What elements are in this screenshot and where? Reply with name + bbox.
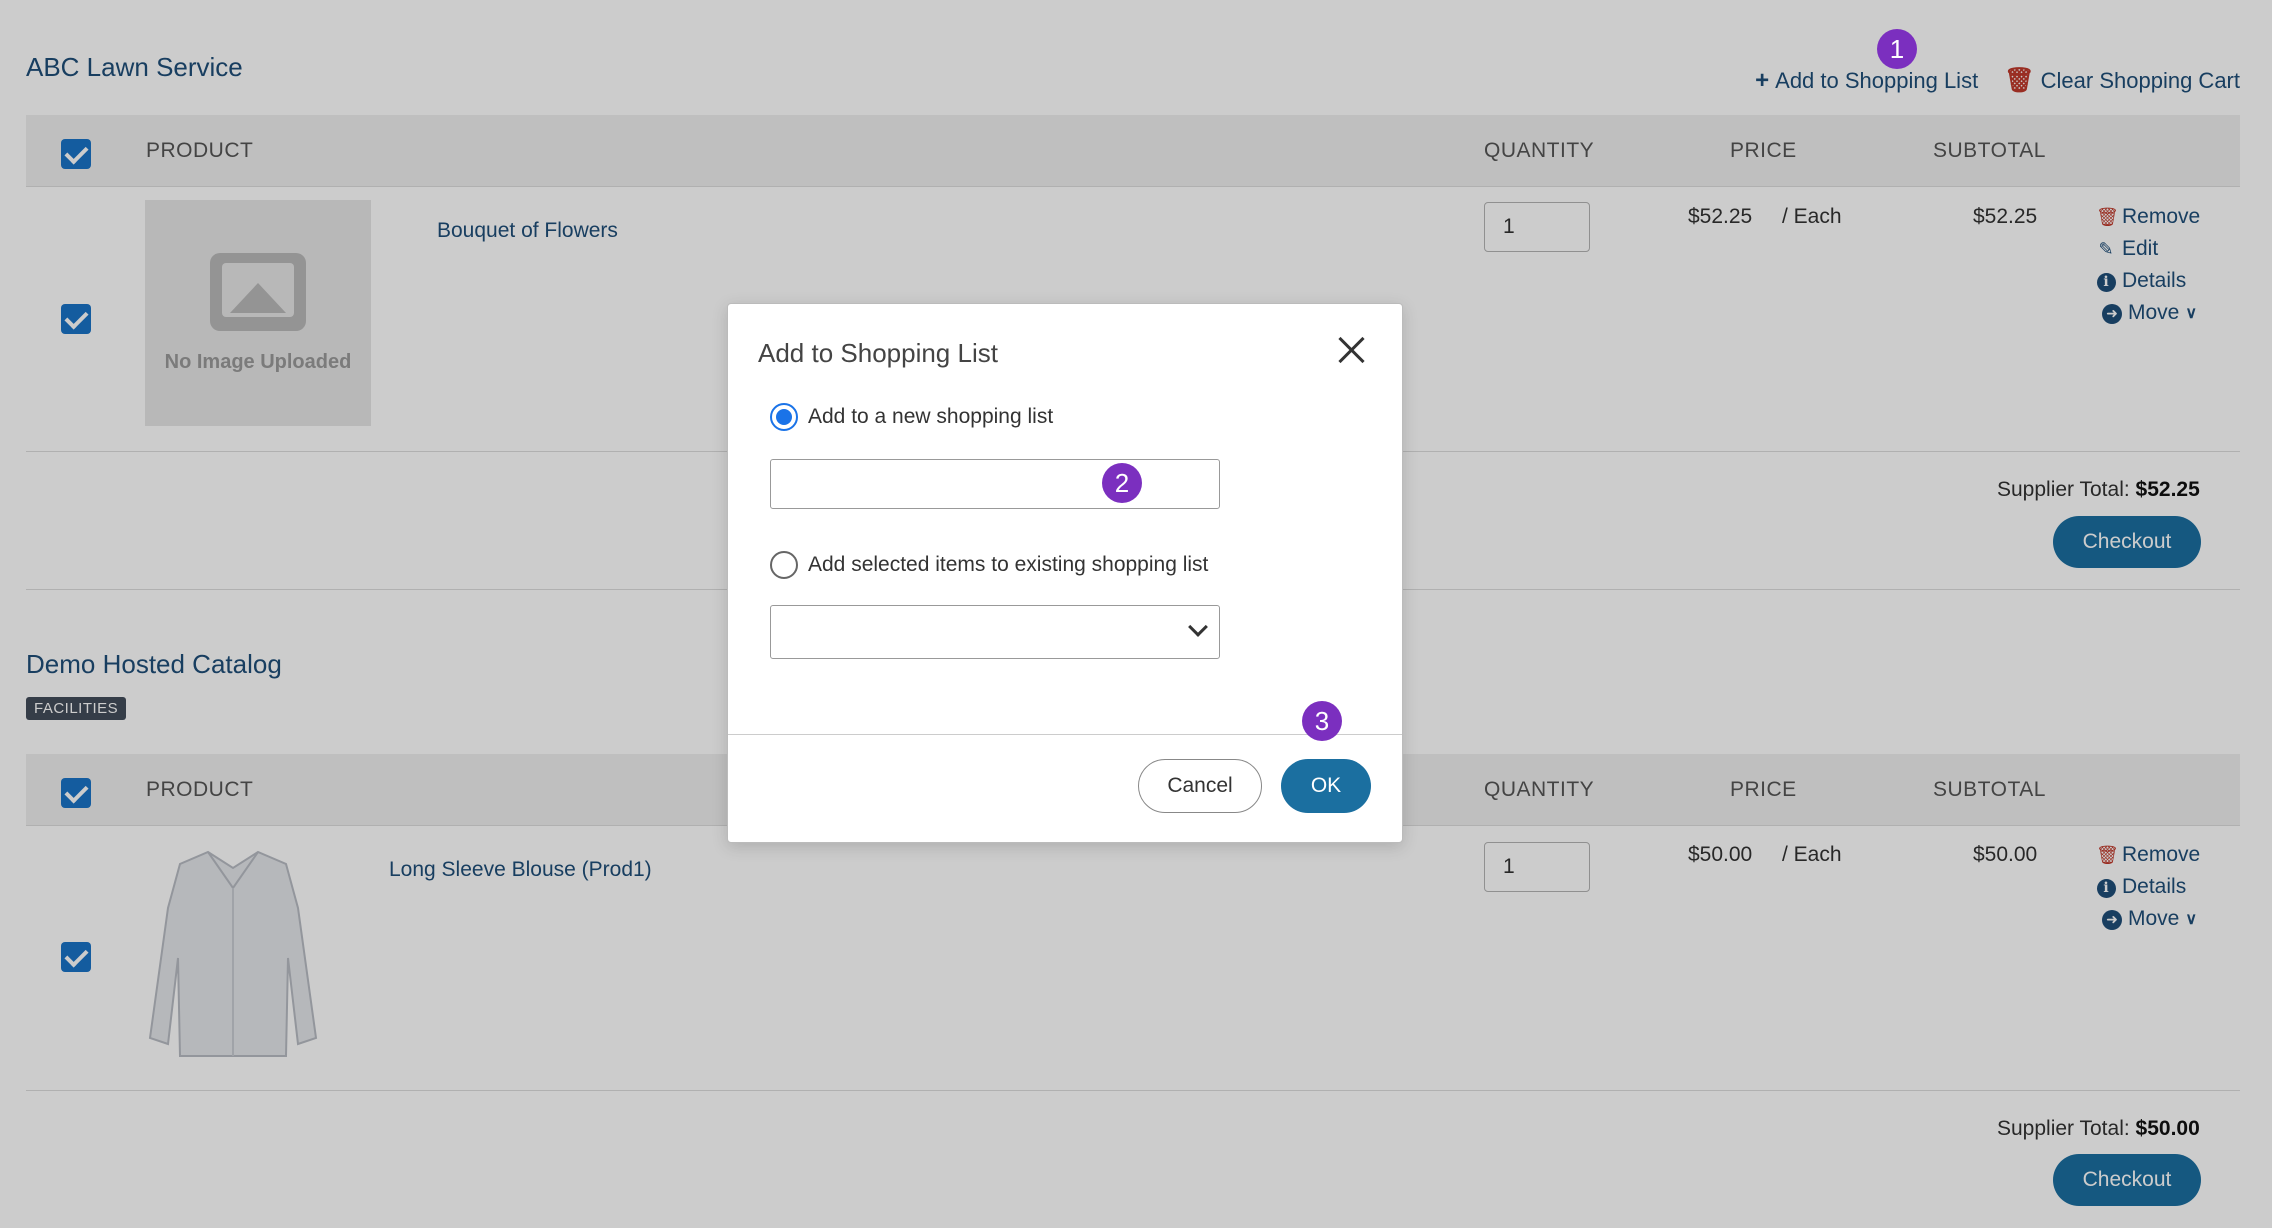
new-list-option[interactable]: Add to a new shopping list [770, 403, 1053, 431]
new-list-radio[interactable] [770, 403, 798, 431]
step-marker-3: 3 [1302, 701, 1342, 741]
existing-list-option[interactable]: Add selected items to existing shopping … [770, 551, 1208, 579]
existing-list-label: Add selected items to existing shopping … [808, 553, 1209, 576]
new-list-name-input[interactable] [770, 459, 1220, 509]
existing-list-select[interactable] [770, 605, 1220, 659]
add-to-shopping-list-dialog: Add to Shopping List Add to a new shoppi… [727, 303, 1403, 843]
close-icon[interactable] [1336, 334, 1368, 366]
step-marker-1: 1 [1877, 29, 1917, 69]
ok-button[interactable]: OK [1281, 759, 1371, 813]
existing-list-radio[interactable] [770, 551, 798, 579]
step-marker-2: 2 [1102, 463, 1142, 503]
new-list-label: Add to a new shopping list [808, 405, 1054, 428]
chevron-down-icon [1188, 617, 1208, 637]
dialog-footer-divider [728, 734, 1402, 735]
cancel-button[interactable]: Cancel [1138, 759, 1262, 813]
dialog-title: Add to Shopping List [758, 338, 998, 368]
